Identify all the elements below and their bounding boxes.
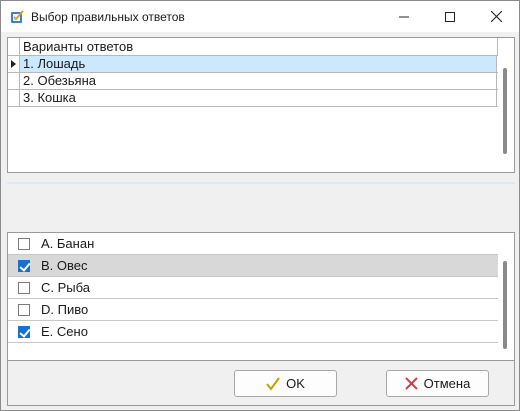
option-label: E. Сено	[41, 324, 88, 339]
panel-divider	[7, 182, 515, 184]
header-indicator-cell	[8, 38, 20, 56]
list-item[interactable]: D. Пиво	[8, 299, 498, 321]
options-checklist[interactable]: A. Банан B. Овес C. Рыба D. Пиво E. Сено	[7, 232, 515, 360]
list-item[interactable]: A. Банан	[8, 233, 498, 255]
grid-row[interactable]: 2. Обезьяна	[8, 73, 498, 90]
x-icon	[404, 377, 418, 390]
column-header-answers[interactable]: Варианты ответов	[23, 39, 133, 54]
maximize-icon	[445, 11, 455, 22]
minimize-icon	[399, 16, 409, 17]
answers-grid[interactable]: Варианты ответов 1. Лошадь 2. Обезьяна 3…	[7, 37, 515, 173]
grid-cell[interactable]: 2. Обезьяна	[20, 73, 497, 89]
option-checkbox[interactable]	[18, 326, 30, 338]
option-label: C. Рыба	[41, 280, 91, 295]
close-button[interactable]	[473, 1, 519, 32]
ok-button[interactable]: OK	[234, 370, 337, 397]
row-pointer-icon	[11, 60, 16, 68]
close-icon	[490, 11, 502, 22]
grid-header: Варианты ответов	[8, 38, 498, 56]
grid-cell[interactable]: 1. Лошадь	[20, 56, 497, 72]
option-checkbox[interactable]	[18, 260, 30, 272]
check-icon	[266, 376, 280, 391]
option-checkbox[interactable]	[18, 238, 30, 250]
dialog-window: Выбор правильных ответов Варианты ответо…	[0, 0, 520, 411]
column-divider	[497, 38, 498, 56]
ok-button-label: OK	[286, 376, 305, 391]
option-label: A. Банан	[41, 236, 95, 251]
list-item[interactable]: B. Овес	[8, 255, 498, 277]
row-indicator	[8, 56, 20, 72]
window-title: Выбор правильных ответов	[31, 10, 185, 24]
minimize-button[interactable]	[381, 1, 427, 32]
cancel-button[interactable]: Отмена	[386, 370, 489, 397]
grid-cell[interactable]: 3. Кошка	[20, 90, 497, 106]
app-icon	[11, 10, 24, 23]
option-label: D. Пиво	[41, 302, 89, 317]
grid-scrollbar[interactable]	[503, 68, 507, 154]
list-item[interactable]: E. Сено	[8, 321, 498, 343]
grid-row[interactable]: 1. Лошадь	[8, 56, 498, 73]
row-indicator	[8, 73, 20, 89]
grid-row[interactable]: 3. Кошка	[8, 90, 498, 107]
option-checkbox[interactable]	[18, 304, 30, 316]
option-label: B. Овес	[41, 258, 88, 273]
cancel-button-label: Отмена	[423, 376, 471, 391]
title-bar[interactable]: Выбор правильных ответов	[1, 1, 519, 32]
list-item[interactable]: C. Рыба	[8, 277, 498, 299]
option-checkbox[interactable]	[18, 282, 30, 294]
maximize-button[interactable]	[427, 1, 473, 32]
row-indicator	[8, 90, 20, 106]
options-scrollbar[interactable]	[503, 261, 507, 349]
button-bar: OK Отмена	[7, 360, 515, 406]
